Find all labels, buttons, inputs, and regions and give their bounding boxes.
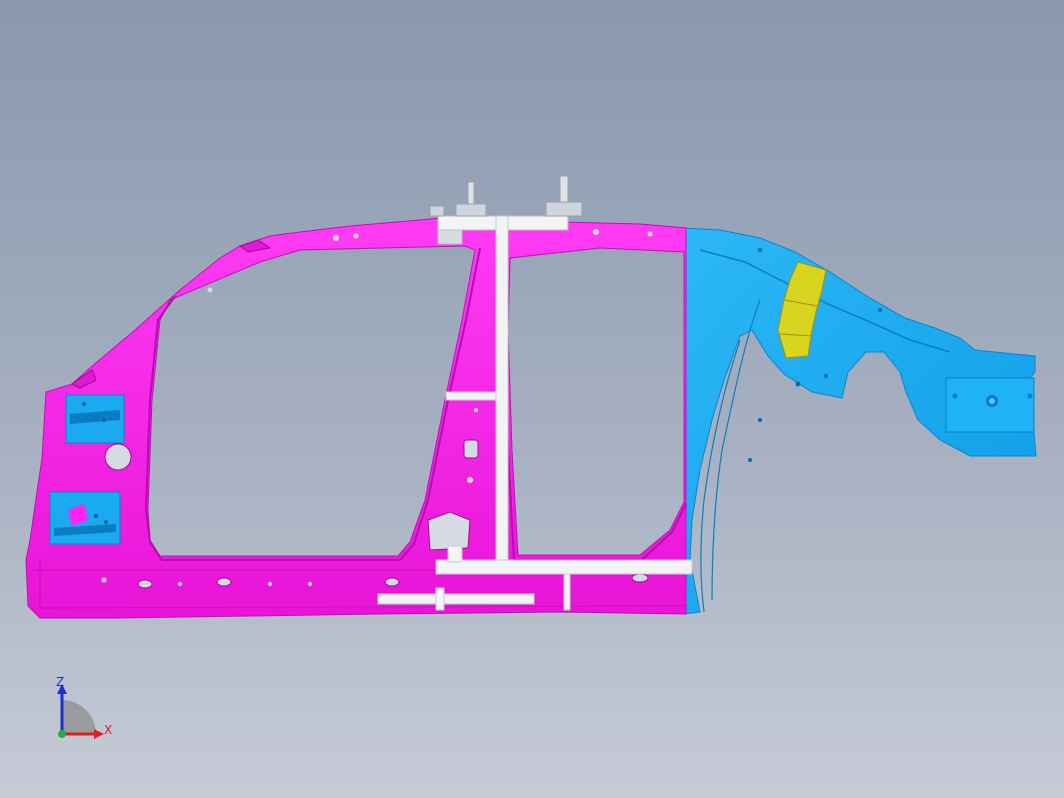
x-label: X xyxy=(104,723,112,737)
x-arrow-icon xyxy=(94,729,104,739)
cad-viewport[interactable] xyxy=(0,0,1064,798)
triad-arc xyxy=(62,700,96,734)
z-label: Z xyxy=(56,675,64,689)
y-axis-dot xyxy=(58,730,66,738)
rear-quarter-panel[interactable] xyxy=(683,227,1037,615)
model-canvas[interactable] xyxy=(0,0,1064,798)
front-side-panel[interactable] xyxy=(25,217,687,619)
axis-triad: Z X xyxy=(40,672,130,752)
